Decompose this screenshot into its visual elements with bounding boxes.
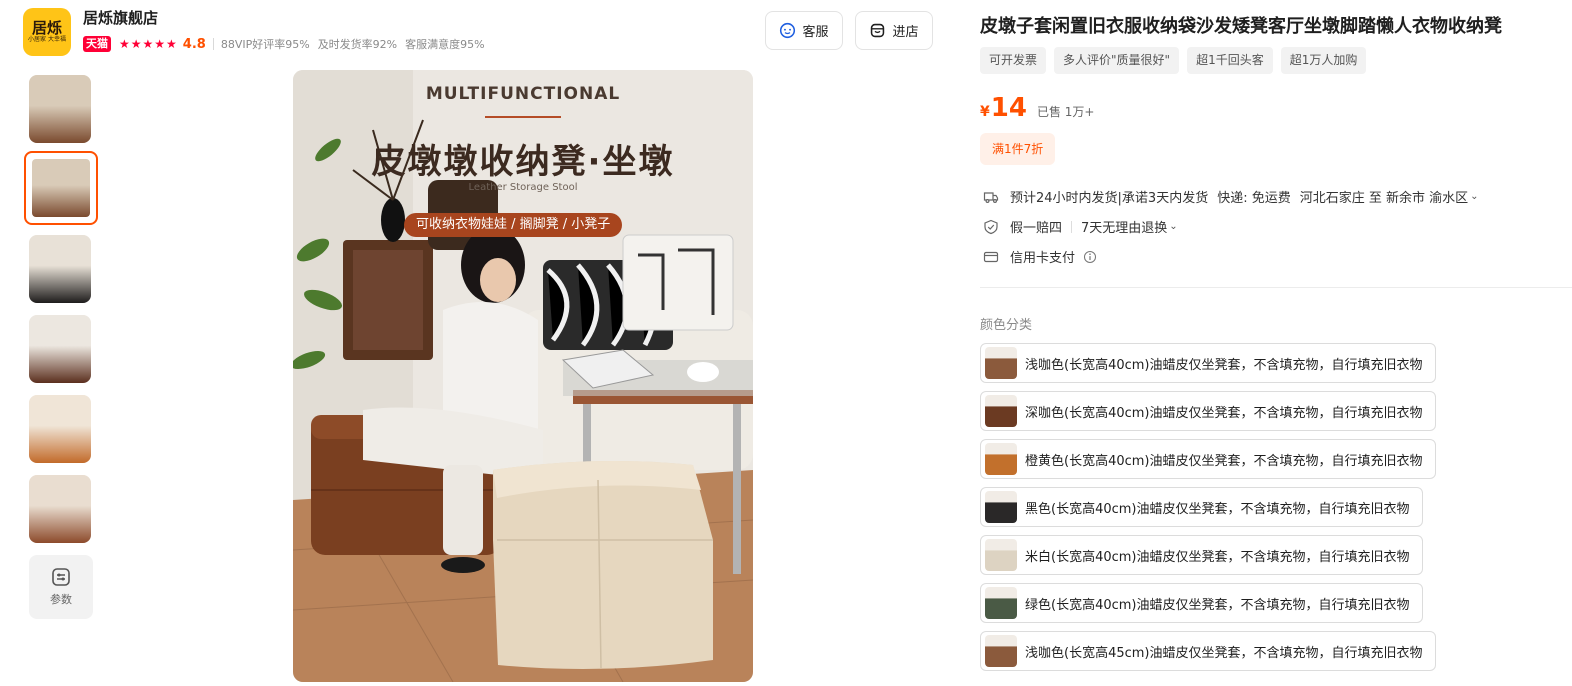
store-rating: 4.8 [182,36,206,52]
truck-icon [983,191,999,203]
shipping-time: 预计24小时内发货|承诺3天内发货 [1010,191,1209,206]
product-title: 皮墩子套闲置旧衣服收纳袋沙发矮凳客厅坐墩脚踏懒人衣物收纳凳 [980,16,1502,37]
image-title: 皮墩墩收纳凳·坐墩 [371,142,675,182]
image-subtitle: Leather Storage Stool [468,182,578,193]
guarantee-fake-compensation: 假一赔四 [1010,221,1063,236]
thumbnail-6[interactable] [29,475,91,543]
shipping-route[interactable]: 河北石家庄 至 新余市 渝水区 [1300,187,1468,206]
service-satisfaction: 客服满意度95% [405,38,485,51]
sliders-icon [52,568,70,586]
shipping-fee: 快递: 免运费 [1217,191,1291,206]
price-row: ¥ 14 已售 1万+ [980,93,1094,123]
color-swatch [985,587,1017,619]
color-option-label: 米白(长宽高40cm)油蜡皮仅坐凳套，不含填充物，自行填充旧衣物 [1025,549,1410,565]
store-logo-text: 居烁 [31,19,62,37]
color-option[interactable]: 深咖色(长宽高40cm)油蜡皮仅坐凳套，不含填充物，自行填充旧衣物 [980,391,1436,431]
thumbnail-1[interactable] [29,75,91,143]
color-swatch [985,395,1017,427]
main-product-image[interactable]: MULTIFUNCTIONAL 皮墩墩收纳凳·坐墩 Leather Storag… [293,70,753,682]
customer-service-button[interactable]: 客服 [765,11,843,50]
color-swatch [985,347,1017,379]
thumbnail-image [29,235,91,303]
thumbnail-image [29,475,91,543]
payment-method: 信用卡支付 [1010,251,1076,266]
customer-service-label: 客服 [802,25,829,40]
color-option[interactable]: 浅咖色(长宽高40cm)油蜡皮仅坐凳套，不含填充物，自行填充旧衣物 [980,343,1436,383]
shipping-rate: 及时发货率92% [317,38,398,51]
section-divider [980,287,1572,288]
thumbnail-image [29,395,91,463]
shop-icon [871,23,885,38]
color-swatch [985,491,1017,523]
color-option[interactable]: 米白(长宽高40cm)油蜡皮仅坐凳套，不含填充物，自行填充旧衣物 [980,535,1423,575]
color-swatch [985,539,1017,571]
color-category-label: 颜色分类 [980,318,1033,333]
color-option[interactable]: 浅咖色(长宽高45cm)油蜡皮仅坐凳套，不含填充物，自行填充旧衣物 [980,631,1436,671]
currency-symbol: ¥ [980,104,990,120]
image-english-title: MULTIFUNCTIONAL [425,84,621,104]
color-option-label: 浅咖色(长宽高45cm)油蜡皮仅坐凳套，不含填充物，自行填充旧衣物 [1025,645,1423,661]
shipping-row: 预计24小时内发货|承诺3天内发货 快递: 免运费 河北石家庄 至 新余市 渝水… [983,187,1479,206]
thumbnail-5[interactable] [29,395,91,463]
store-logo-slogan: 小居家 大幸福 [28,36,66,43]
chat-icon [780,22,796,39]
shield-icon [984,219,998,234]
color-swatch [985,635,1017,667]
tag-invoice: 可开发票 [980,47,1047,74]
product-tags: 可开发票 多人评价"质量很好" 超1千回头客 超1万人加购 [980,47,1367,74]
image-title-divider [485,116,561,118]
tag-repeat-customers: 超1千回头客 [1187,47,1273,74]
store-logo[interactable]: 居烁 小居家 大幸福 [23,8,71,56]
tag-quality-review[interactable]: 多人评价"质量很好" [1054,47,1180,74]
credit-card-icon [983,251,999,262]
promotion-badge[interactable]: 满1件7折 [980,133,1056,165]
params-label: 参数 [50,593,72,606]
color-option-label: 浅咖色(长宽高40cm)油蜡皮仅坐凳套，不含填充物，自行填充旧衣物 [1025,357,1423,373]
chevron-down-icon[interactable]: ⌄ [1169,221,1177,232]
color-option[interactable]: 绿色(长宽高40cm)油蜡皮仅坐凳套，不含填充物，自行填充旧衣物 [980,583,1423,623]
divider [212,38,214,50]
divider [1071,220,1073,233]
tag-cart-adds: 超1万人加购 [1280,47,1367,74]
thumbnail-image [29,315,91,383]
price: 14 [990,93,1027,123]
chevron-down-icon[interactable]: ⌄ [1470,191,1478,202]
color-option-label: 橙黄色(长宽高40cm)油蜡皮仅坐凳套，不含填充物，自行填充旧衣物 [1025,453,1423,469]
color-option[interactable]: 黑色(长宽高40cm)油蜡皮仅坐凳套，不含填充物，自行填充旧衣物 [980,487,1423,527]
tmall-badge: 天猫 [83,36,111,52]
guarantee-row: 假一赔四 7天无理由退换 ⌄ [983,217,1178,236]
sold-count: 已售 1万+ [1036,105,1095,119]
thumbnail-image [29,75,91,143]
color-option-label: 黑色(长宽高40cm)油蜡皮仅坐凳套，不含填充物，自行填充旧衣物 [1025,501,1410,517]
color-option-label: 深咖色(长宽高40cm)油蜡皮仅坐凳套，不含填充物，自行填充旧衣物 [1025,405,1423,421]
params-button[interactable]: 参数 [29,555,93,619]
thumbnail-2[interactable] [24,151,98,225]
thumbnail-3[interactable] [29,235,91,303]
enter-shop-button[interactable]: 进店 [855,11,933,50]
vip-positive-rate: 88VIP好评率95% [220,38,310,51]
info-icon[interactable] [1083,250,1097,264]
thumbnail-4[interactable] [29,315,91,383]
color-swatch [985,443,1017,475]
store-name[interactable]: 居烁旗舰店 [83,7,158,28]
star-rating-icon: ★★★★★ [119,37,178,51]
image-feature-pill: 可收纳衣物娃娃 / 搁脚凳 / 小凳子 [404,213,623,237]
payment-row: 信用卡支付 [983,247,1097,266]
enter-shop-label: 进店 [892,25,919,40]
color-option-label: 绿色(长宽高40cm)油蜡皮仅坐凳套，不含填充物，自行填充旧衣物 [1025,597,1410,613]
color-option[interactable]: 橙黄色(长宽高40cm)油蜡皮仅坐凳套，不含填充物，自行填充旧衣物 [980,439,1436,479]
thumbnail-image [32,159,90,217]
guarantee-return-policy[interactable]: 7天无理由退换 [1081,217,1167,236]
store-meta: 天猫 ★★★★★ 4.8 88VIP好评率95% 及时发货率92% 客服满意度9… [83,35,493,53]
